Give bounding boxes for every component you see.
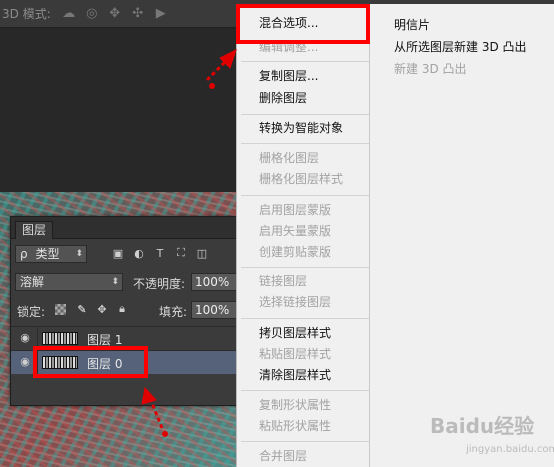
- menu-item-postcard[interactable]: 明信片: [394, 16, 430, 34]
- camera-zoom-icon[interactable]: ▶: [151, 5, 171, 23]
- lock-image-brush-icon[interactable]: ✎: [74, 301, 90, 317]
- orbit-icon[interactable]: ☁: [59, 5, 79, 23]
- blend-mode-select[interactable]: 溶解 ⬍: [15, 273, 123, 291]
- highlight-box-blending-options: [236, 4, 370, 44]
- visibility-eye-icon[interactable]: ◉: [17, 355, 33, 369]
- menu-separator: [241, 143, 369, 144]
- opacity-label: 不透明度:: [133, 277, 186, 291]
- fill-field[interactable]: 100%: [191, 301, 237, 319]
- menu-separator: [241, 390, 369, 391]
- filter-kind-value: 类型: [35, 247, 60, 261]
- 3d-submenu: 明信片 从所选图层新建 3D 凸出 新建 3D 凸出: [370, 4, 554, 467]
- menu-item-duplicate-layer[interactable]: 复制图层...: [237, 67, 369, 85]
- lock-label: 锁定:: [17, 305, 46, 319]
- menu-item-clear-layer-style[interactable]: 清除图层样式: [237, 366, 369, 384]
- slide-icon[interactable]: ✣: [128, 5, 148, 23]
- visibility-eye-icon[interactable]: ◉: [17, 331, 33, 345]
- search-icon: ρ: [20, 247, 28, 261]
- layer-filter-row: ρ 类型 ⬍ ▣ ◐ T ⛶ ◫: [11, 243, 247, 265]
- menu-item-enable-layer-mask: 启用图层蒙版: [259, 203, 332, 217]
- menu-item-convert-smart-object[interactable]: 转换为智能对象: [237, 119, 369, 137]
- menu-item-merge-layers: 合并图层: [259, 449, 308, 463]
- menu-item-enable-vector-mask: 启用矢量蒙版: [259, 224, 332, 238]
- roll-icon[interactable]: ◎: [82, 5, 102, 23]
- menu-item-create-clipping-mask: 创建剪贴蒙版: [259, 245, 332, 259]
- menu-item-link-layers: 链接图层: [259, 274, 308, 288]
- filter-kind-select[interactable]: ρ 类型 ⬍: [15, 245, 87, 263]
- layer-thumbnail: [42, 332, 78, 345]
- text-filter-icon[interactable]: T: [151, 245, 169, 261]
- layer-context-menu: 混合选项... 编辑调整... 复制图层... 删除图层 转换为智能对象 栅格化…: [236, 4, 370, 467]
- menu-separator: [241, 318, 369, 319]
- menu-item-new-3d-from-layer[interactable]: 从所选图层新建 3D 凸出: [394, 38, 527, 56]
- opacity-field[interactable]: 100%: [191, 273, 237, 291]
- menu-item-paste-layer-style: 粘贴图层样式: [259, 347, 332, 361]
- menu-separator: [241, 267, 369, 268]
- image-filter-icon[interactable]: ▣: [109, 245, 127, 261]
- menu-separator: [241, 441, 369, 442]
- watermark-brand: Baidu经验: [430, 414, 535, 438]
- 3d-mode-label: 3D 模式:: [2, 7, 51, 21]
- menu-item-rasterize-style: 栅格化图层样式: [259, 172, 344, 186]
- menu-separator: [241, 61, 369, 62]
- menu-item-copy-shape-attrs: 复制形状属性: [259, 398, 332, 412]
- fill-label: 填充:: [159, 305, 188, 319]
- lock-row: 锁定: ✎ ✥ 🔒︎ 填充: 100%: [11, 300, 247, 322]
- menu-separator: [241, 195, 369, 196]
- menu-item-rasterize-layer: 栅格化图层: [259, 151, 320, 165]
- menu-item-select-linked: 选择链接图层: [259, 295, 332, 309]
- menu-separator: [241, 114, 369, 115]
- lock-transparency-icon[interactable]: [55, 304, 66, 315]
- blend-mode-value: 溶解: [20, 275, 45, 289]
- menu-item-paste-shape-attrs: 粘贴形状属性: [259, 419, 332, 433]
- menu-item-copy-layer-style[interactable]: 拷贝图层样式: [237, 324, 369, 342]
- baidu-watermark: Baidu经验 jingyan.baidu.com: [430, 414, 554, 462]
- highlight-box-layer-0: [33, 346, 148, 378]
- shape-filter-icon[interactable]: ⛶: [172, 245, 190, 261]
- menu-item-new-3d-extrusion: 新建 3D 凸出: [394, 62, 467, 76]
- watermark-url: jingyan.baidu.com: [466, 444, 554, 455]
- panel-tab-bar: 图层: [11, 217, 245, 239]
- dropdown-arrow-icon: ⬍: [75, 249, 83, 259]
- blend-row: 溶解 ⬍ 不透明度: 100%: [11, 271, 247, 293]
- pan-icon[interactable]: ✥: [105, 5, 125, 23]
- menu-item-delete-layer[interactable]: 删除图层: [237, 89, 369, 107]
- lock-position-icon[interactable]: ✥: [94, 301, 110, 317]
- dropdown-arrow-icon: ⬍: [111, 277, 119, 287]
- lock-all-icon[interactable]: 🔒︎: [114, 301, 130, 317]
- smart-object-filter-icon[interactable]: ◫: [193, 245, 211, 261]
- tab-layers[interactable]: 图层: [15, 221, 54, 239]
- adjustment-filter-icon[interactable]: ◐: [130, 245, 148, 261]
